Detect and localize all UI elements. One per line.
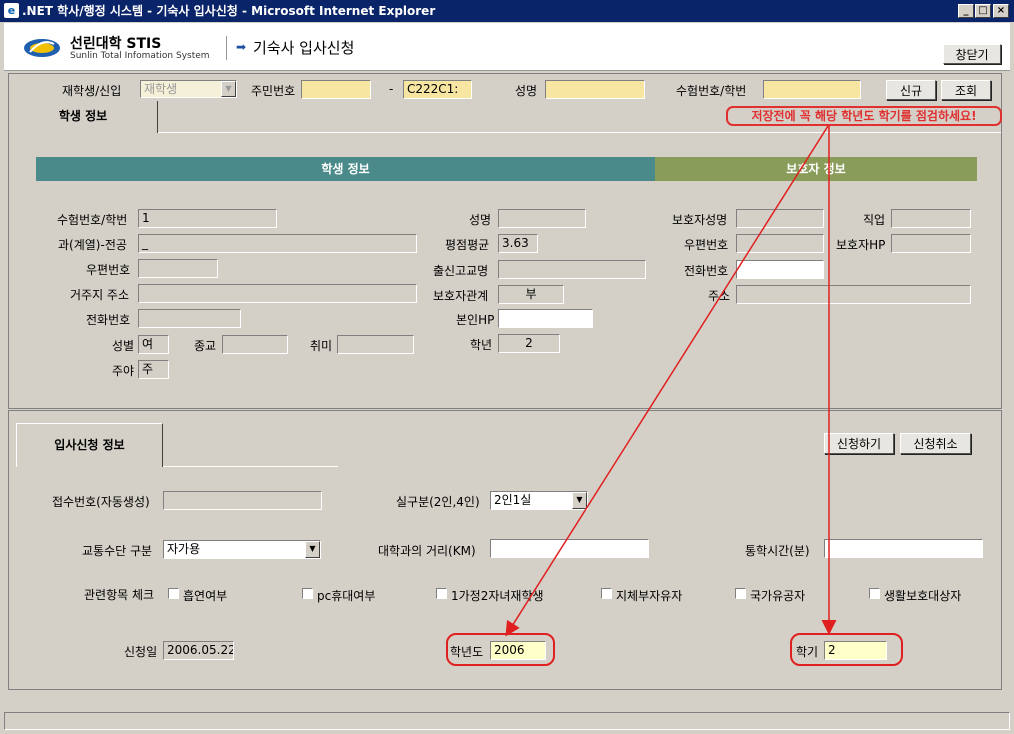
status-bar <box>4 712 1010 730</box>
arrow-to-year <box>505 125 829 637</box>
annotation-arrows <box>505 125 837 637</box>
